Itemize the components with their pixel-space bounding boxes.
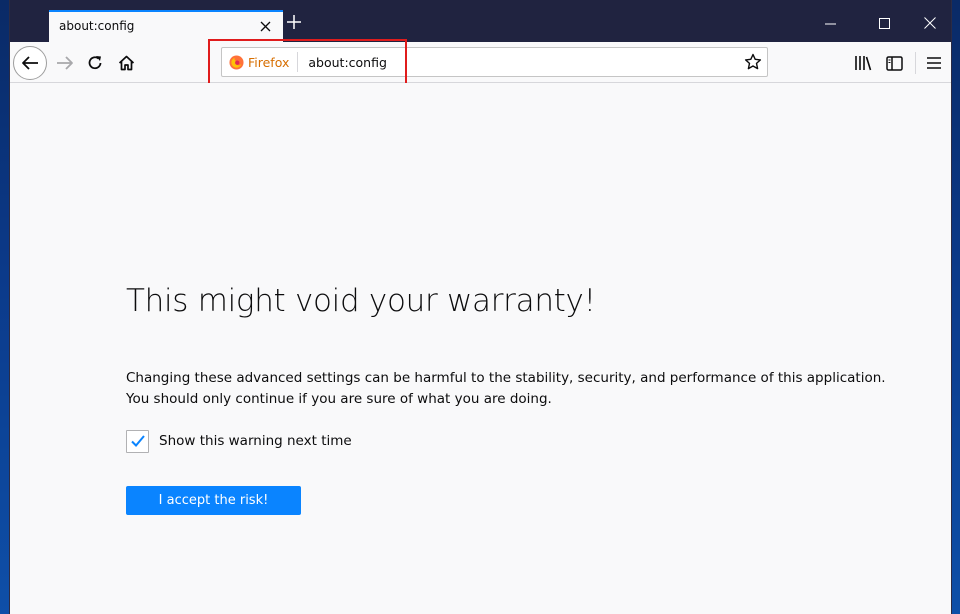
tab-close-icon[interactable] bbox=[253, 14, 277, 38]
library-button[interactable] bbox=[848, 48, 878, 78]
menu-button[interactable] bbox=[919, 48, 949, 78]
sidebar-button[interactable] bbox=[879, 48, 909, 78]
home-button[interactable] bbox=[111, 48, 141, 78]
maximize-button[interactable] bbox=[861, 8, 907, 38]
forward-icon bbox=[57, 56, 73, 70]
toolbar-separator bbox=[915, 52, 916, 74]
new-tab-button[interactable] bbox=[282, 11, 306, 37]
warning-description: Changing these advanced settings can be … bbox=[126, 370, 886, 407]
checkmark-icon bbox=[130, 435, 145, 447]
library-icon bbox=[855, 56, 872, 71]
reload-button[interactable] bbox=[80, 48, 110, 78]
minimize-button[interactable] bbox=[807, 8, 853, 38]
bookmark-star-icon bbox=[744, 53, 762, 70]
forward-button[interactable] bbox=[50, 48, 80, 78]
back-icon bbox=[22, 56, 38, 70]
page-content: This might void your warranty! Changing … bbox=[10, 83, 951, 614]
warning-checkbox-row[interactable]: Show this warning next time bbox=[126, 429, 352, 453]
tab-active-indicator bbox=[49, 10, 283, 12]
bookmark-star-button[interactable] bbox=[739, 48, 767, 76]
menu-icon bbox=[927, 57, 941, 69]
tab-title: about:config bbox=[59, 19, 135, 33]
tab-about-config[interactable]: about:config bbox=[49, 10, 283, 42]
browser-window: about:config Firefox about:config This m… bbox=[9, 0, 952, 614]
reload-icon bbox=[88, 56, 102, 70]
show-warning-checkbox[interactable] bbox=[126, 429, 149, 453]
nav-toolbar: Firefox about:config bbox=[10, 39, 951, 91]
warning-title: This might void your warranty! bbox=[126, 283, 596, 319]
back-button[interactable] bbox=[13, 46, 47, 80]
close-window-button[interactable] bbox=[907, 8, 953, 38]
tab-strip: about:config bbox=[10, 0, 951, 42]
home-icon bbox=[118, 55, 134, 71]
accept-risk-button[interactable]: I accept the risk! bbox=[126, 486, 301, 515]
show-warning-label[interactable]: Show this warning next time bbox=[159, 433, 352, 449]
sidebar-icon bbox=[885, 55, 903, 71]
